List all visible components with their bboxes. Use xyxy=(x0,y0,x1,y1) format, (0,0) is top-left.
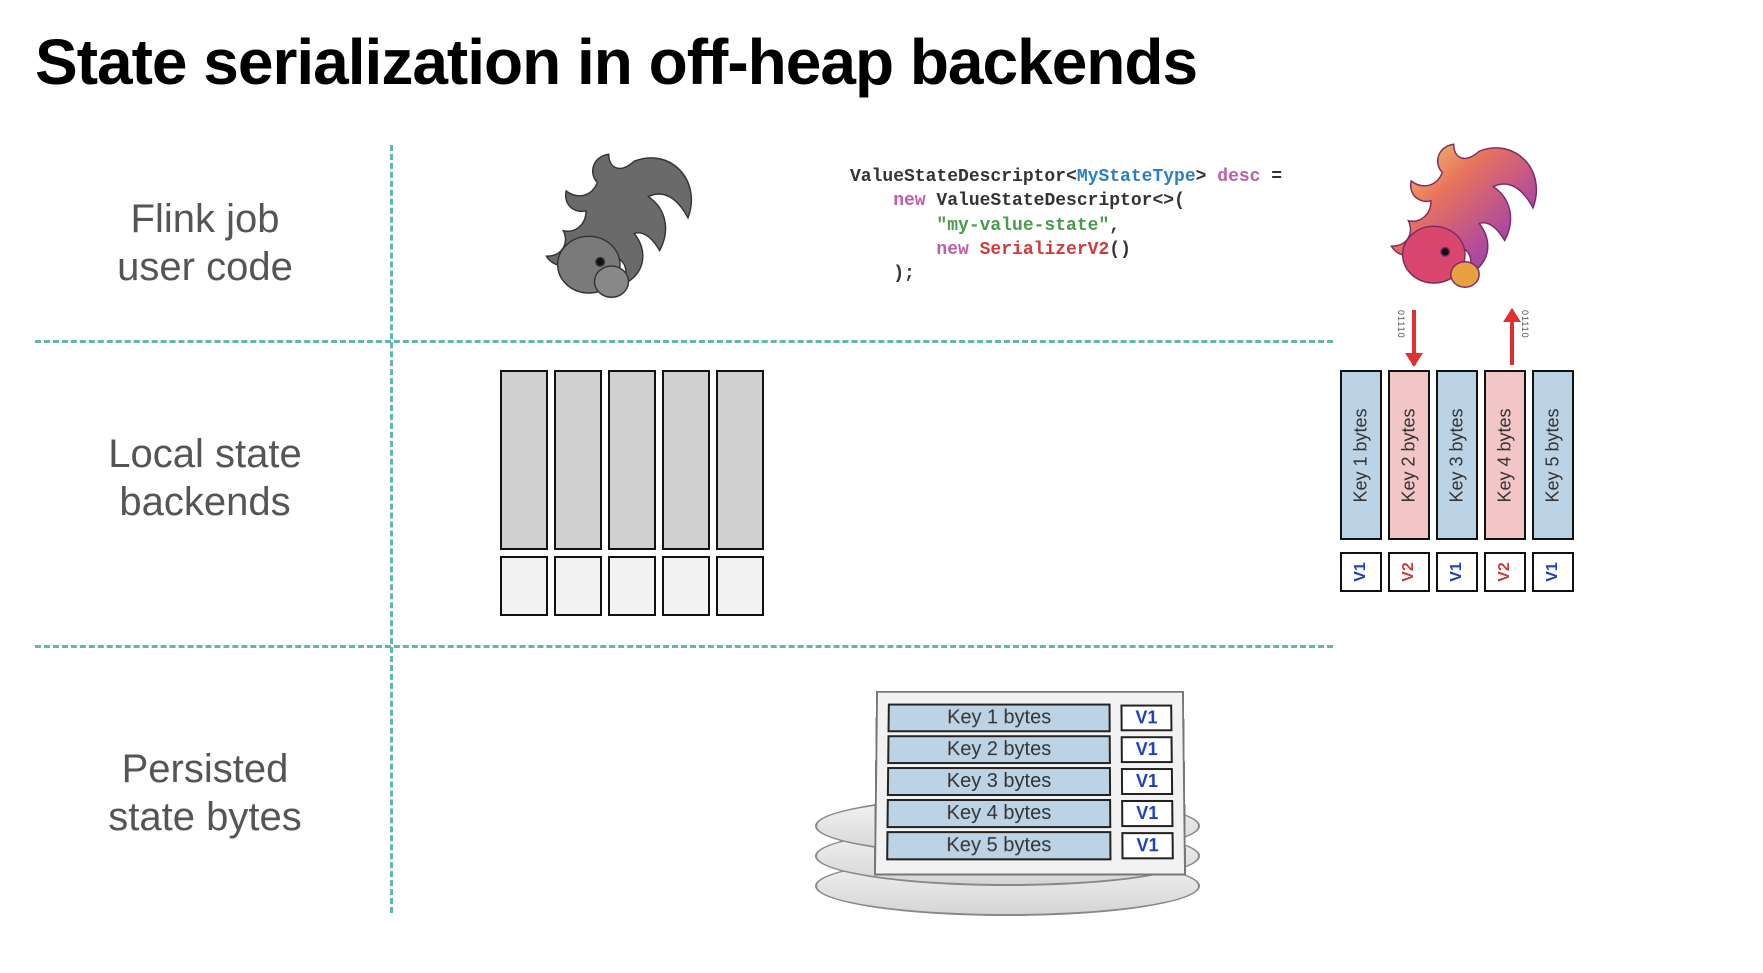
bytes-cell: Key 2 bytes xyxy=(1388,370,1430,540)
code-text: > xyxy=(1196,167,1218,187)
code-text: ); xyxy=(850,264,915,284)
version-cell: V1 xyxy=(1532,552,1574,592)
version-tag: V1 xyxy=(1352,562,1370,582)
code-kw: new xyxy=(850,240,969,260)
persisted-row: Key 4 bytes V1 xyxy=(887,799,1174,828)
persisted-key: Key 1 bytes xyxy=(888,704,1111,733)
vertical-divider xyxy=(390,145,393,913)
bytes-label: Key 3 bytes xyxy=(1447,408,1468,502)
bytes-cell: Key 3 bytes xyxy=(1436,370,1478,540)
row-label-local-state: Local state backends xyxy=(35,430,375,526)
persisted-version: V1 xyxy=(1121,832,1173,859)
persisted-panel: Key 1 bytes V1 Key 2 bytes V1 Key 3 byte… xyxy=(874,691,1186,876)
row-label-persisted: Persisted state bytes xyxy=(35,745,375,841)
placeholder-col xyxy=(554,370,602,616)
flink-squirrel-icon xyxy=(535,140,705,310)
persisted-row: Key 1 bytes V1 xyxy=(888,704,1173,733)
code-text: , xyxy=(1109,216,1120,236)
persisted-key: Key 2 bytes xyxy=(887,735,1111,764)
placeholder-col xyxy=(662,370,710,616)
placeholder-tall xyxy=(716,370,764,550)
code-var: desc xyxy=(1217,167,1260,187)
local-state-bytes: Key 1 bytes V1 Key 2 bytes V2 Key 3 byte… xyxy=(1340,370,1574,592)
bytes-col: Key 4 bytes V2 xyxy=(1484,370,1526,592)
code-text: ValueStateDescriptor< xyxy=(850,167,1077,187)
version-tag: V1 xyxy=(1544,562,1562,582)
persisted-version: V1 xyxy=(1120,705,1172,732)
placeholder-short xyxy=(554,556,602,616)
arrow-down-icon xyxy=(1412,310,1416,365)
bytes-label: Key 2 bytes xyxy=(1399,408,1420,502)
placeholder-tall xyxy=(662,370,710,550)
placeholder-short xyxy=(662,556,710,616)
horizontal-divider-1 xyxy=(35,340,1333,343)
arrow-up-icon xyxy=(1510,310,1514,365)
version-cell: V2 xyxy=(1484,552,1526,592)
code-kw: new xyxy=(850,191,926,211)
slide-title: State serialization in off-heap backends xyxy=(35,25,1197,99)
arrow-bits-label: 01110 xyxy=(1396,310,1406,339)
persisted-row: Key 3 bytes V1 xyxy=(887,767,1173,796)
placeholder-col xyxy=(500,370,548,616)
persisted-key: Key 5 bytes xyxy=(886,831,1111,860)
persisted-key: Key 4 bytes xyxy=(887,799,1112,828)
version-tag: V1 xyxy=(1448,562,1466,582)
bytes-cell: Key 4 bytes xyxy=(1484,370,1526,540)
arrow-bits-label: 01110 xyxy=(1520,310,1530,339)
persisted-storage: Key 1 bytes V1 Key 2 bytes V1 Key 3 byte… xyxy=(850,680,1185,940)
bytes-label: Key 5 bytes xyxy=(1543,408,1564,502)
placeholder-col xyxy=(716,370,764,616)
version-cell: V1 xyxy=(1436,552,1478,592)
code-text: () xyxy=(1109,240,1131,260)
persisted-row: Key 5 bytes V1 xyxy=(886,831,1174,860)
code-text: = xyxy=(1261,167,1283,187)
placeholder-tall xyxy=(500,370,548,550)
code-snippet: ValueStateDescriptor<MyStateType> desc =… xyxy=(850,165,1282,286)
placeholder-short xyxy=(716,556,764,616)
bytes-col: Key 1 bytes V1 xyxy=(1340,370,1382,592)
bytes-cell: Key 5 bytes xyxy=(1532,370,1574,540)
bytes-cell: Key 1 bytes xyxy=(1340,370,1382,540)
bytes-col: Key 5 bytes V1 xyxy=(1532,370,1574,592)
placeholder-short xyxy=(608,556,656,616)
persisted-version: V1 xyxy=(1121,768,1173,795)
version-tag: V2 xyxy=(1400,562,1418,582)
horizontal-divider-2 xyxy=(35,645,1333,648)
persisted-version: V1 xyxy=(1121,800,1173,827)
code-type: MyStateType xyxy=(1077,167,1196,187)
code-serializer: SerializerV2 xyxy=(969,240,1109,260)
placeholder-tall xyxy=(608,370,656,550)
bytes-label: Key 1 bytes xyxy=(1351,408,1372,502)
flink-squirrel-color-icon xyxy=(1380,130,1550,300)
persisted-key: Key 3 bytes xyxy=(887,767,1111,796)
code-text: ValueStateDescriptor<>( xyxy=(926,191,1185,211)
version-cell: V1 xyxy=(1340,552,1382,592)
persisted-version: V1 xyxy=(1121,736,1173,763)
persisted-row: Key 2 bytes V1 xyxy=(887,735,1173,764)
placeholder-tall xyxy=(554,370,602,550)
version-tag: V2 xyxy=(1496,562,1514,582)
code-string: "my-value-state" xyxy=(850,216,1109,236)
bytes-col: Key 2 bytes V2 xyxy=(1388,370,1430,592)
version-cell: V2 xyxy=(1388,552,1430,592)
bytes-label: Key 4 bytes xyxy=(1495,408,1516,502)
placeholder-col xyxy=(608,370,656,616)
placeholder-short xyxy=(500,556,548,616)
row-label-user-code: Flink job user code xyxy=(35,195,375,291)
placeholder-columns xyxy=(500,370,764,616)
bytes-col: Key 3 bytes V1 xyxy=(1436,370,1478,592)
